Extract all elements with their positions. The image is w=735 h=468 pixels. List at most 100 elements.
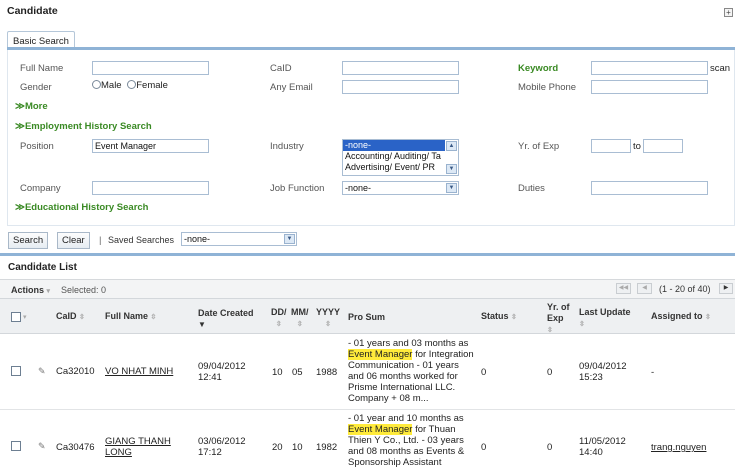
column-dd[interactable]: DD/⇳ [271, 307, 287, 330]
search-button[interactable]: Search [8, 232, 49, 249]
scan-label: scan [710, 63, 731, 74]
chevron-down-icon: ▾ [46, 288, 51, 295]
column-yyyy[interactable]: YYYY ⇳ [316, 307, 340, 330]
pro-sum-cell: - 01 years and 03 months as Event Manage… [348, 338, 474, 404]
female-label: Female [136, 80, 168, 91]
mobile-phone-label: Mobile Phone [518, 82, 577, 93]
industry-option[interactable]: -none- [343, 140, 445, 151]
sort-icon: ⇳ [150, 314, 157, 321]
prev-page-icon[interactable]: ◀ [637, 283, 652, 294]
caid-cell: Ca30476 [56, 442, 95, 453]
chevron-down-icon[interactable]: ▾ [23, 313, 27, 321]
sort-desc-icon: ▼ [198, 320, 206, 329]
sort-icon: ⇳ [705, 314, 711, 321]
mobile-phone-input[interactable] [591, 80, 708, 94]
scroll-up-icon[interactable]: ▲ [446, 141, 457, 151]
assigned-to-cell: - [651, 367, 655, 378]
educational-history-toggle[interactable]: ≫Educational History Search [15, 202, 149, 213]
last-update-cell: 11/05/2012 14:40 [579, 436, 626, 458]
column-yr-of-exp[interactable]: Yr. of Exp ⇳ [547, 302, 570, 336]
edit-icon[interactable]: ✎ [38, 366, 46, 377]
candidate-title: Candidate [7, 5, 58, 17]
industry-listbox[interactable]: -none- Accounting/ Auditing/ Ta Advertis… [342, 139, 459, 176]
gender-radio-group: Male Female [92, 80, 168, 91]
tab-basic-search[interactable]: Basic Search [7, 31, 75, 48]
edit-icon[interactable]: ✎ [38, 441, 46, 452]
yr-exp-cell: 0 [547, 367, 553, 378]
select-all-checkbox[interactable] [11, 312, 21, 322]
keyword-input[interactable] [591, 61, 708, 75]
position-label: Position [20, 141, 54, 152]
date-created-cell: 03/06/2012 17:12 [198, 436, 246, 458]
scroll-down-icon[interactable]: ▼ [446, 164, 457, 174]
employment-history-toggle[interactable]: ≫Employment History Search [15, 121, 152, 132]
column-last-update[interactable]: Last Update ⇳ [579, 307, 631, 330]
chevron-down-icon: ▼ [284, 234, 295, 244]
column-pro-sum[interactable]: Pro Sum [348, 312, 385, 323]
sort-icon: ⇳ [296, 321, 303, 328]
caid-label: CaID [270, 63, 292, 74]
next-page-icon[interactable]: ▶ [719, 283, 733, 294]
row-checkbox[interactable] [11, 366, 21, 376]
candidate-name-link[interactable]: VO NHAT MINH [105, 366, 173, 377]
column-status[interactable]: Status ⇳ [481, 311, 517, 323]
male-label: Male [101, 80, 122, 91]
collapse-icon: ≫ [15, 121, 25, 132]
dd-cell: 20 [272, 442, 283, 453]
selected-count: Selected: 0 [61, 285, 107, 295]
duties-input[interactable] [591, 181, 708, 195]
pagination-info: (1 - 20 of 40) [659, 284, 711, 294]
any-email-input[interactable] [342, 80, 459, 94]
row-checkbox[interactable] [11, 441, 21, 451]
column-full-name[interactable]: Full Name ⇳ [105, 311, 156, 323]
expand-icon[interactable]: + [724, 8, 733, 17]
column-caid[interactable]: CaID ⇳ [56, 311, 85, 323]
male-radio[interactable] [92, 80, 101, 89]
job-function-select[interactable]: -none- ▼ [342, 181, 459, 195]
position-input[interactable]: Event Manager [92, 139, 209, 153]
yr-exp-from-input[interactable] [591, 139, 631, 153]
more-toggle[interactable]: ≫More [15, 101, 48, 112]
actions-menu[interactable]: Actions ▾ [11, 285, 50, 295]
yr-exp-to-label: to [633, 141, 641, 152]
separator: | [99, 235, 102, 246]
candidate-name-link[interactable]: GIANG THANH LONG [105, 436, 171, 458]
company-label: Company [20, 183, 61, 194]
status-cell: 0 [481, 367, 487, 378]
industry-option[interactable]: Advertising/ Event/ PR [343, 162, 445, 173]
column-assigned-to[interactable]: Assigned to ⇳ [651, 311, 711, 323]
keyword-label: Keyword [518, 63, 559, 74]
yr-exp-cell: 0 [547, 442, 553, 453]
saved-searches-label: Saved Searches [108, 235, 175, 245]
company-input[interactable] [92, 181, 209, 195]
caid-cell: Ca32010 [56, 366, 95, 377]
mm-cell: 10 [292, 442, 303, 453]
industry-option[interactable]: Accounting/ Auditing/ Ta [343, 151, 445, 162]
gender-label: Gender [20, 82, 52, 93]
keyword-highlight: Event Manager [348, 349, 413, 360]
full-name-input[interactable] [92, 61, 209, 75]
sort-icon: ⇳ [79, 314, 85, 321]
collapse-icon: ≫ [15, 101, 25, 112]
clear-button[interactable]: Clear [57, 232, 90, 249]
first-page-icon[interactable]: ◀◀ [616, 283, 631, 294]
search-panel [7, 50, 735, 226]
collapse-icon: ≫ [15, 202, 25, 213]
keyword-highlight: Event Manager [348, 424, 413, 435]
female-radio[interactable] [127, 80, 137, 89]
sort-icon: ⇳ [511, 314, 517, 321]
date-created-cell: 09/04/2012 12:41 [198, 361, 246, 383]
assigned-to-link[interactable]: trang.nguyen [651, 442, 706, 453]
saved-searches-select[interactable]: -none- ▼ [181, 232, 297, 246]
sort-icon: ⇳ [547, 327, 553, 334]
yr-exp-label: Yr. of Exp [518, 141, 560, 152]
caid-input[interactable] [342, 61, 459, 75]
pro-sum-cell: - 01 year and 10 months as Event Manager… [348, 413, 465, 468]
yyyy-cell: 1982 [316, 442, 338, 453]
any-email-label: Any Email [270, 82, 313, 93]
column-date-created[interactable]: Date Created ▼ [198, 308, 254, 330]
column-mm[interactable]: MM/⇳ [291, 307, 309, 330]
dd-cell: 10 [272, 367, 283, 378]
yr-exp-to-input[interactable] [643, 139, 683, 153]
sort-icon: ⇳ [325, 321, 331, 328]
